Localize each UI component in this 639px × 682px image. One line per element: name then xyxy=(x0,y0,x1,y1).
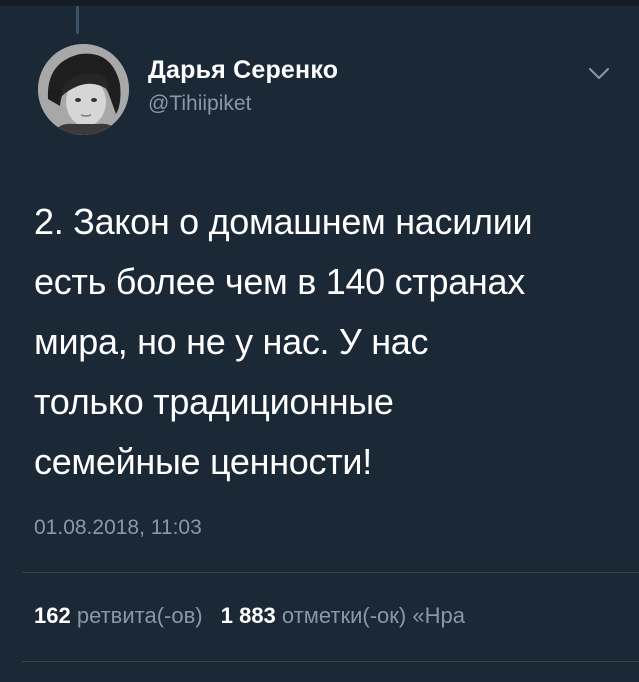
retweet-label[interactable]: ретвита(-ов) xyxy=(77,603,203,628)
thread-connector-line xyxy=(76,6,79,34)
divider xyxy=(22,572,639,573)
author-name[interactable]: Дарья Серенко xyxy=(148,56,338,85)
like-label[interactable]: отметки(-ок) xyxy=(282,603,406,628)
extra-label[interactable]: «Нра xyxy=(412,603,465,628)
chevron-down-icon[interactable] xyxy=(586,64,612,84)
author-handle[interactable]: @Tihiipiket xyxy=(148,92,251,116)
tweet-text: 2. Закон о домашнем насилии есть более ч… xyxy=(34,201,533,482)
divider xyxy=(22,661,639,662)
avatar-photo xyxy=(38,44,129,135)
tweet-timestamp[interactable]: 01.08.2018, 11:03 xyxy=(34,516,202,540)
top-border xyxy=(0,0,639,6)
tweet-stats: 162 ретвита(-ов) 1 883 отметки(-ок) «Нра xyxy=(34,603,465,629)
retweet-count[interactable]: 162 xyxy=(34,603,71,628)
avatar[interactable] xyxy=(38,44,129,135)
like-count[interactable]: 1 883 xyxy=(221,603,276,628)
